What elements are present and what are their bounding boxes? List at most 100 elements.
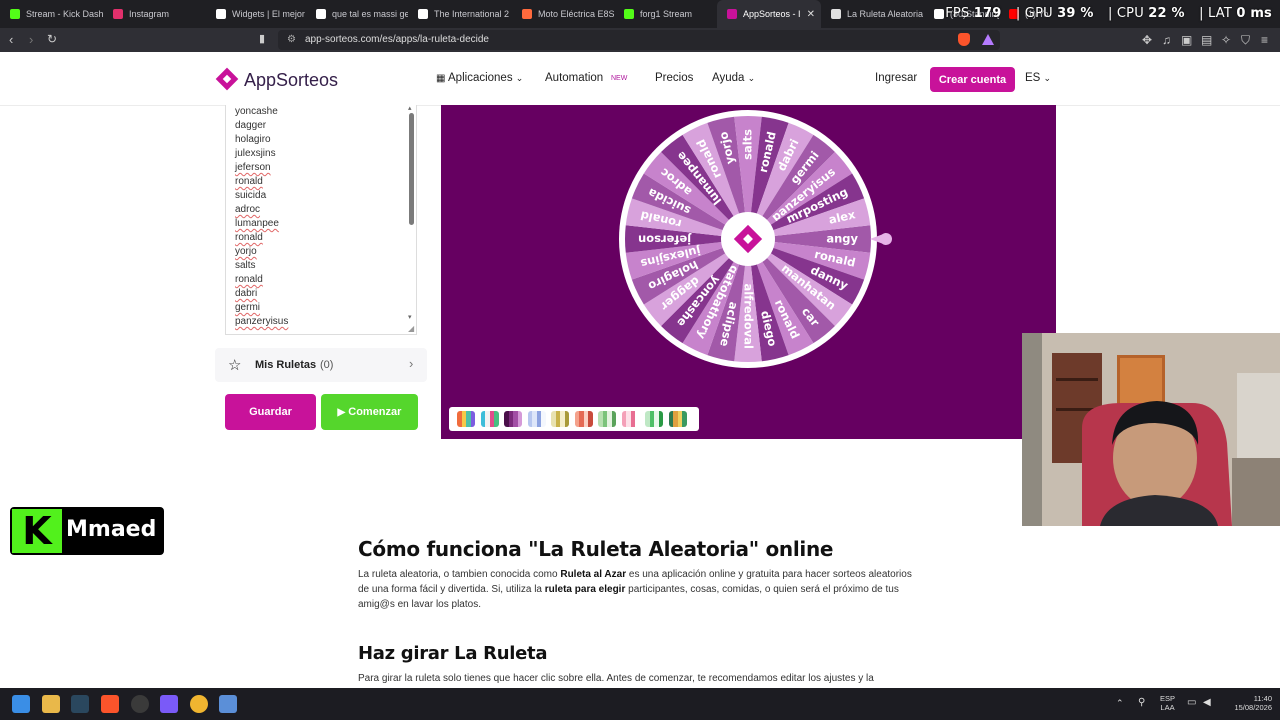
obs-icon[interactable]: [131, 695, 149, 713]
vpn-icon[interactable]: ⛉: [1241, 33, 1250, 48]
webcam-feed-image: [1022, 333, 1280, 526]
browser-tab-label: The International 2: [434, 9, 510, 19]
play-icon: ▶: [337, 406, 346, 418]
nav-apps[interactable]: ▦ Aplicaciones ⌄: [436, 72, 523, 84]
url-field[interactable]: ⚙ app-sorteos.com/es/apps/la-ruleta-deci…: [278, 30, 1000, 50]
palette-swatch[interactable]: [504, 411, 522, 427]
palette-color-stripe: [564, 411, 569, 427]
windows-start-icon[interactable]: [12, 695, 30, 713]
save-button[interactable]: Guardar: [225, 394, 316, 430]
roulette-wheel[interactable]: angyronalddannymanhatancarronalddiegoalf…: [441, 105, 1056, 439]
menu-icon[interactable]: ≡: [1261, 33, 1268, 47]
palette-swatch[interactable]: [551, 411, 569, 427]
browser-tab-label: que tal es massi ge: [332, 9, 408, 19]
forward-icon[interactable]: ›: [29, 32, 33, 47]
participants-textarea[interactable]: ▴ ▾ ◢ yoncashe dagger holagiro julexsjins je…: [225, 105, 417, 335]
star-icon: ☆: [228, 357, 242, 374]
browser-tab[interactable]: Widgets | El mejor: [206, 0, 306, 28]
extensions-icon[interactable]: ✥: [1142, 33, 1152, 47]
browser-tab-label: Moto Eléctrica E8S: [538, 9, 614, 19]
webcam-overlay: [1022, 333, 1280, 526]
browser-tab[interactable]: forg1 Stream: [614, 0, 717, 28]
bookmark-icon[interactable]: ▮: [259, 32, 265, 45]
cpu-label: CPU: [1116, 6, 1144, 21]
participant-entry: adroc: [235, 204, 261, 215]
clock-time: 11:40: [1253, 694, 1272, 703]
start-button[interactable]: ▶ Comenzar: [321, 394, 418, 430]
brave-shields-icon[interactable]: [958, 33, 970, 46]
palette-swatch[interactable]: [574, 411, 593, 427]
app-icon[interactable]: [190, 695, 208, 713]
browser-tab[interactable]: Stream - Kick Dashb: [0, 0, 103, 28]
appsorteos-logo-icon[interactable]: [215, 67, 239, 91]
login-link[interactable]: Ingresar: [875, 72, 917, 84]
browser-tab-label: forg1 Stream: [640, 9, 693, 19]
scroll-down-icon[interactable]: ▾: [408, 313, 412, 321]
brave-icon[interactable]: [101, 695, 119, 713]
article-heading: Cómo funciona "La Ruleta Aleatoria" onli…: [358, 537, 834, 561]
wheel-segment-label: alfredoval: [742, 283, 756, 349]
spin-heading: Haz girar La Ruleta: [358, 643, 548, 664]
microphone-icon[interactable]: ⚲: [1138, 697, 1145, 708]
scroll-up-icon[interactable]: ▴: [408, 105, 412, 112]
signup-button[interactable]: Crear cuenta: [930, 67, 1015, 92]
kick-logo-icon: K: [12, 509, 62, 553]
palette-swatch[interactable]: [480, 411, 499, 427]
palette-swatch[interactable]: [598, 411, 616, 427]
wallet-icon[interactable]: ▤: [1201, 33, 1212, 47]
media-icon[interactable]: ♫: [1162, 33, 1171, 47]
lat-separator: |: [1199, 6, 1204, 21]
palette-swatch[interactable]: [668, 411, 687, 427]
kick-icon: [10, 9, 20, 19]
wheel-segment-label: jeferson: [638, 233, 692, 247]
close-tab-icon[interactable]: ✕: [807, 9, 815, 20]
browser-tab[interactable]: AppSorteos - I ✕: [717, 0, 821, 28]
browser-tab[interactable]: La Ruleta Aleatoria: [821, 0, 924, 28]
article-paragraph-1: La ruleta aleatoria, o tambien conocida …: [358, 567, 918, 612]
nav-pricing[interactable]: Precios: [655, 72, 693, 84]
palette-color-stripe: [658, 411, 663, 427]
sidebar-icon[interactable]: ▣: [1181, 33, 1192, 47]
calculator-icon[interactable]: [219, 695, 237, 713]
input-language-1: ESP: [1160, 694, 1176, 703]
palette-swatch[interactable]: [457, 411, 475, 427]
language-selector[interactable]: ES ⌄: [1025, 72, 1051, 84]
back-icon[interactable]: ‹: [9, 32, 13, 47]
palette-color-stripe: [470, 411, 475, 427]
brand-name[interactable]: AppSorteos: [244, 70, 338, 91]
p1-text-a: La ruleta aleatoria, o tambien conocida …: [358, 569, 561, 580]
input-language[interactable]: ESP LAA: [1160, 694, 1175, 712]
nav-help[interactable]: Ayuda ⌄: [712, 72, 755, 84]
participant-entry: yoncashe: [235, 106, 278, 117]
palette-swatch[interactable]: [621, 411, 640, 427]
steam-icon[interactable]: [71, 695, 89, 713]
participant-entry: julexsjins: [235, 148, 276, 159]
my-wheels-row[interactable]: ☆ Mis Ruletas (0) ›: [215, 348, 427, 382]
network-icon[interactable]: ▭: [1187, 697, 1196, 708]
participant-entry: suicida: [235, 190, 267, 201]
participant-entry: salts: [235, 260, 256, 271]
scrollbar-thumb[interactable]: [409, 113, 414, 225]
clock[interactable]: 11:40 15/08/2026: [1224, 694, 1272, 712]
clock-date: 15/08/2026: [1234, 703, 1272, 712]
color-palette-selector[interactable]: [449, 407, 699, 431]
reload-icon[interactable]: ↻: [47, 32, 57, 46]
resize-handle-icon[interactable]: ◢: [408, 324, 414, 333]
brave-rewards-icon[interactable]: [982, 34, 994, 45]
tray-chevron-up-icon[interactable]: ⌃: [1116, 698, 1124, 709]
palette-swatch[interactable]: [527, 411, 546, 427]
palette-color-stripe: [682, 411, 687, 427]
input-language-2: LAA: [1160, 703, 1175, 712]
nav-automation[interactable]: Automation: [545, 72, 603, 84]
palette-swatch[interactable]: [645, 411, 663, 427]
leo-icon[interactable]: ✧: [1221, 33, 1231, 47]
site-info-icon[interactable]: ⚙: [287, 34, 296, 45]
browser-tab[interactable]: que tal es massi ge: [306, 0, 408, 28]
browser-tab[interactable]: Instagram: [103, 0, 206, 28]
discord-icon[interactable]: [160, 695, 178, 713]
dota-icon: [418, 9, 428, 19]
browser-tab[interactable]: Moto Eléctrica E8S: [512, 0, 614, 28]
browser-tab[interactable]: The International 2: [408, 0, 512, 28]
volume-icon[interactable]: ◀: [1203, 697, 1211, 708]
file-explorer-icon[interactable]: [42, 695, 60, 713]
